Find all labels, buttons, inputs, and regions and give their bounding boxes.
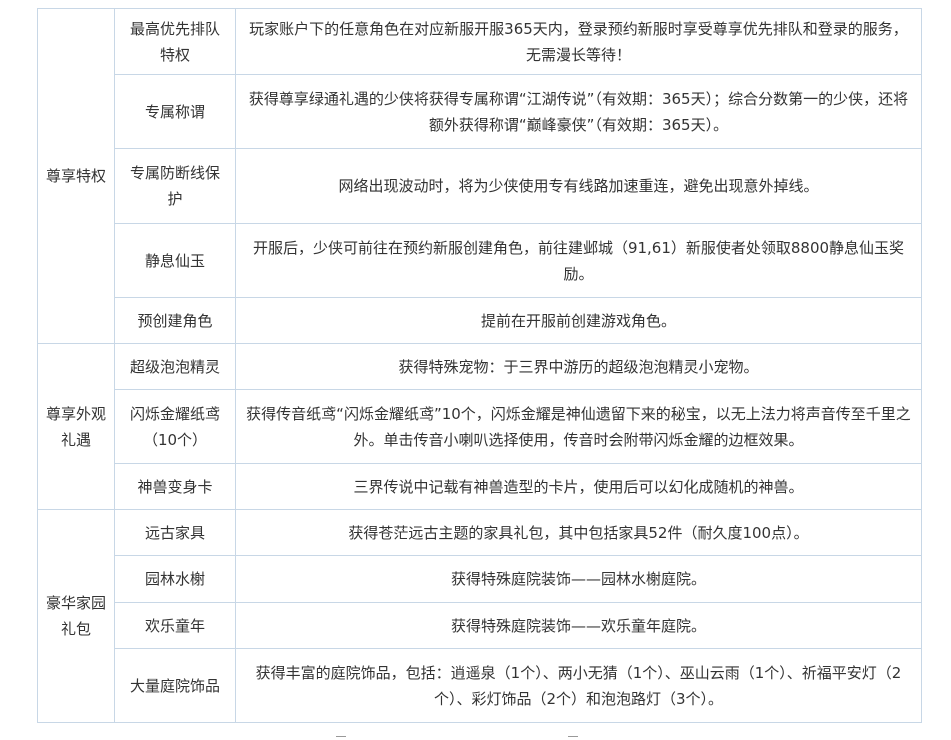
- item-name-cell: 大量庭院饰品: [114, 648, 236, 723]
- item-name-cell: 专属称谓: [114, 74, 236, 149]
- group-name-cell: 尊享外观礼遇: [37, 343, 115, 510]
- table-row: 尊享特权 最高优先排队特权 玩家账户下的任意角色在对应新服开服365天内，登录预…: [37, 8, 922, 344]
- item-desc-cell: 玩家账户下的任意角色在对应新服开服365天内，登录预约新服时享受尊享优先排队和登…: [235, 8, 922, 75]
- privileges-table: 尊享特权 最高优先排队特权 玩家账户下的任意角色在对应新服开服365天内，登录预…: [37, 8, 922, 723]
- cut-off-glyph: [336, 736, 346, 737]
- table-row: 豪华家园礼包 远古家具 获得苍茫远古主题的家具礼包，其中包括家具52件（耐久度1…: [37, 509, 922, 723]
- table-row: 静息仙玉 开服后，少侠可前往在预约新服创建角色，前往建邺城（91,61）新服使者…: [38, 223, 922, 298]
- table-row: 专属防断线保护 网络出现波动时，将为少侠使用专有线路加速重连，避免出现意外掉线。: [38, 148, 922, 224]
- group-name-cell: 豪华家园礼包: [37, 509, 115, 723]
- item-name-cell: 远古家具: [114, 509, 236, 556]
- table-row: 园林水榭 获得特殊庭院装饰——园林水榭庭院。: [38, 555, 922, 603]
- table-row: 预创建角色 提前在开服前创建游戏角色。: [38, 297, 922, 344]
- item-name-cell: 园林水榭: [114, 555, 236, 603]
- item-name-cell: 超级泡泡精灵: [114, 343, 236, 390]
- table-row: 尊享外观礼遇 超级泡泡精灵 获得特殊宠物：于三界中游历的超级泡泡精灵小宠物。: [37, 343, 922, 510]
- group-name-cell: 尊享特权: [37, 8, 115, 344]
- item-desc-cell: 获得特殊宠物：于三界中游历的超级泡泡精灵小宠物。: [235, 343, 922, 390]
- item-name-cell: 闪烁金耀纸鸢（10个）: [114, 389, 236, 464]
- item-name-cell: 专属防断线保护: [114, 148, 236, 224]
- item-desc-cell: 获得传音纸鸢“闪烁金耀纸鸢”10个，闪烁金耀是神仙遗留下来的秘宝，以无上法力将声…: [235, 389, 922, 464]
- item-desc-cell: 获得尊享绿通礼遇的少侠将获得专属称谓“江湖传说”（有效期：365天）；综合分数第…: [235, 74, 922, 149]
- item-desc-cell: 开服后，少侠可前往在预约新服创建角色，前往建邺城（91,61）新服使者处领取88…: [235, 223, 922, 298]
- item-desc-cell: 网络出现波动时，将为少侠使用专有线路加速重连，避免出现意外掉线。: [235, 148, 922, 224]
- item-name-cell: 欢乐童年: [114, 602, 236, 649]
- table-row: 神兽变身卡 三界传说中记载有神兽造型的卡片，使用后可以幻化成随机的神兽。: [38, 463, 922, 510]
- item-name-cell: 静息仙玉: [114, 223, 236, 298]
- item-name-cell: 最高优先排队特权: [114, 8, 236, 75]
- table-row: 闪烁金耀纸鸢（10个） 获得传音纸鸢“闪烁金耀纸鸢”10个，闪烁金耀是神仙遗留下…: [38, 389, 922, 464]
- item-desc-cell: 三界传说中记载有神兽造型的卡片，使用后可以幻化成随机的神兽。: [235, 463, 922, 510]
- item-desc-cell: 获得特殊庭院装饰——园林水榭庭院。: [235, 555, 922, 603]
- item-name-cell: 神兽变身卡: [114, 463, 236, 510]
- cut-off-glyph: [568, 736, 578, 737]
- table-row: 欢乐童年 获得特殊庭院装饰——欢乐童年庭院。: [38, 602, 922, 649]
- item-desc-cell: 获得苍茫远古主题的家具礼包，其中包括家具52件（耐久度100点）。: [235, 509, 922, 556]
- item-desc-cell: 提前在开服前创建游戏角色。: [235, 297, 922, 344]
- item-desc-cell: 获得丰富的庭院饰品，包括：逍遥泉（1个）、两小无猜（1个）、巫山云雨（1个）、祈…: [235, 648, 922, 723]
- table-row: 大量庭院饰品 获得丰富的庭院饰品，包括：逍遥泉（1个）、两小无猜（1个）、巫山云…: [38, 648, 922, 723]
- item-desc-cell: 获得特殊庭院装饰——欢乐童年庭院。: [235, 602, 922, 649]
- table-row: 专属称谓 获得尊享绿通礼遇的少侠将获得专属称谓“江湖传说”（有效期：365天）；…: [38, 74, 922, 149]
- cut-off-text-line: [0, 732, 951, 740]
- item-name-cell: 预创建角色: [114, 297, 236, 344]
